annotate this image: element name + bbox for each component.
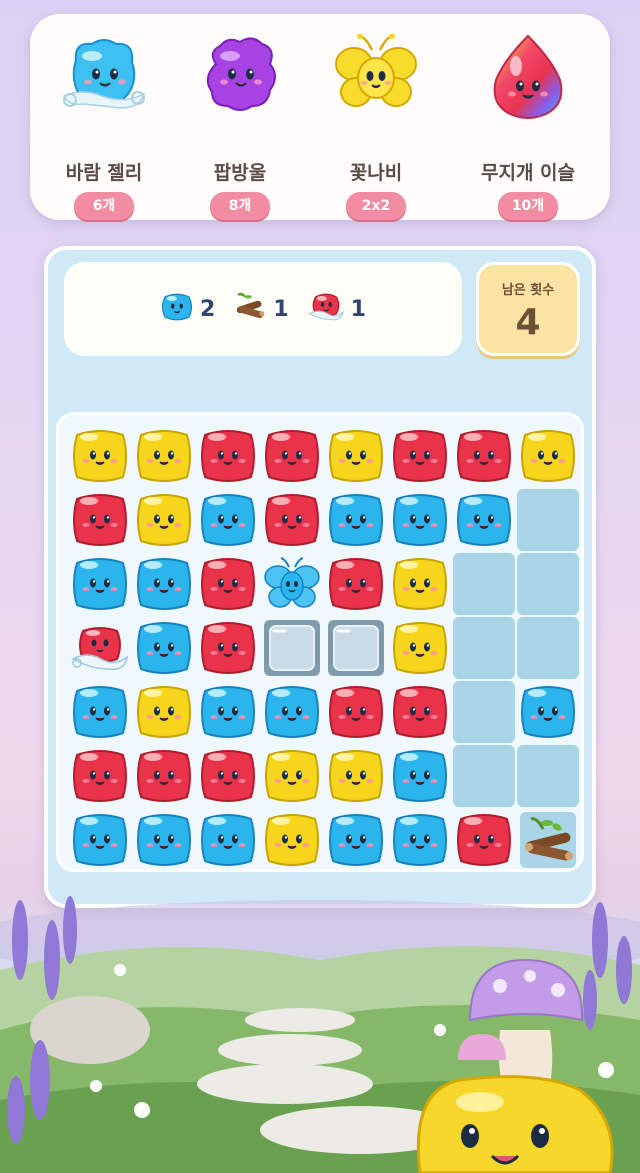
booster-name: 바람 젤리 [65, 162, 143, 184]
blue-jelly-tile[interactable] [133, 617, 195, 679]
yellow-jelly-tile[interactable] [69, 425, 131, 487]
red-jelly-tile[interactable] [197, 617, 259, 679]
empty-cell [453, 553, 515, 615]
empty-cell [517, 553, 579, 615]
booster-panel: 바람 젤리 6개 팝방울 8개 꽃나비 2x2 무지개 이슬 10개 [30, 14, 610, 220]
blue-jelly-tile[interactable] [325, 489, 387, 551]
level-goals: 2 1 1 [64, 262, 462, 356]
booster-flower-butterfly[interactable]: 꽃나비 2x2 [316, 33, 436, 220]
red-jelly-tile[interactable] [133, 745, 195, 807]
moves-remaining: 남은 횟수 4 [476, 262, 580, 356]
red-jelly-tile[interactable] [69, 745, 131, 807]
landscape-scene [0, 880, 640, 1173]
booster-name: 꽃나비 [349, 162, 403, 184]
red-jelly-tile[interactable] [261, 489, 323, 551]
moves-value: 4 [515, 302, 541, 343]
red-jelly-tile[interactable] [197, 745, 259, 807]
log-icon [233, 290, 267, 328]
goal-red-wind-jelly: 1 [307, 290, 366, 328]
empty-cell [453, 745, 515, 807]
red-jelly-tile[interactable] [69, 489, 131, 551]
booster-name: 팝방울 [213, 162, 267, 184]
red-jelly-tile[interactable] [261, 425, 323, 487]
pop-bubble-icon [198, 34, 282, 134]
red-jelly-tile[interactable] [197, 553, 259, 615]
red-wind-jelly-tile[interactable] [69, 617, 131, 679]
blue-jelly-tile[interactable] [69, 681, 131, 743]
goal-count: 1 [273, 296, 289, 322]
blue-jelly-tile[interactable] [133, 809, 195, 871]
red-wind-jelly-icon [307, 290, 345, 328]
red-jelly-tile[interactable] [453, 425, 515, 487]
goal-log: 1 [233, 290, 289, 328]
blue-jelly-tile[interactable] [453, 489, 515, 551]
blue-butterfly-tile[interactable] [261, 553, 323, 615]
red-jelly-tile[interactable] [389, 425, 451, 487]
empty-cell [453, 617, 515, 679]
wind-jelly-icon [62, 34, 146, 134]
yellow-jelly-tile[interactable] [261, 809, 323, 871]
blue-jelly-tile[interactable] [325, 809, 387, 871]
blue-jelly-tile[interactable] [389, 809, 451, 871]
booster-wind-jelly[interactable]: 바람 젤리 6개 [44, 34, 164, 220]
red-jelly-tile[interactable] [389, 681, 451, 743]
yellow-jelly-tile[interactable] [133, 425, 195, 487]
blue-jelly-tile[interactable] [197, 681, 259, 743]
booster-count-badge: 10개 [498, 192, 558, 220]
blue-jelly-tile[interactable] [389, 745, 451, 807]
red-jelly-tile[interactable] [453, 809, 515, 871]
flower-butterfly-icon [334, 33, 418, 134]
log-obstacle-tile[interactable] [517, 809, 579, 871]
blue-jelly-tile[interactable] [197, 809, 259, 871]
red-jelly-tile[interactable] [197, 425, 259, 487]
yellow-jelly-tile[interactable] [517, 425, 579, 487]
yellow-jelly-tile[interactable] [261, 745, 323, 807]
empty-cell [453, 681, 515, 743]
ice-block-tile[interactable] [261, 617, 323, 679]
rainbow-dew-icon [486, 34, 570, 134]
empty-cell [517, 489, 579, 551]
game-board-frame: 2 1 1 남은 횟수 4 [44, 246, 596, 908]
blue-jelly-tile[interactable] [517, 681, 579, 743]
booster-rainbow-dew[interactable]: 무지개 이슬 10개 [468, 34, 588, 220]
booster-count-badge: 2x2 [346, 192, 406, 220]
empty-cell [517, 617, 579, 679]
ice-block-tile[interactable] [325, 617, 387, 679]
booster-count-badge: 8개 [210, 192, 270, 220]
blue-jelly-tile[interactable] [389, 489, 451, 551]
blue-jelly-tile[interactable] [197, 489, 259, 551]
yellow-jelly-tile[interactable] [325, 745, 387, 807]
red-jelly-tile[interactable] [325, 553, 387, 615]
booster-name: 무지개 이슬 [480, 162, 575, 184]
empty-cell [517, 745, 579, 807]
yellow-jelly-tile[interactable] [133, 681, 195, 743]
blue-jelly-icon [160, 290, 194, 328]
yellow-jelly-tile[interactable] [133, 489, 195, 551]
booster-pop-bubble[interactable]: 팝방울 8개 [180, 34, 300, 220]
moves-label: 남은 횟수 [501, 283, 555, 298]
blue-jelly-tile[interactable] [69, 553, 131, 615]
goal-count: 2 [200, 296, 216, 322]
tile-grid [56, 412, 584, 872]
blue-jelly-tile[interactable] [133, 553, 195, 615]
red-jelly-tile[interactable] [325, 681, 387, 743]
yellow-jelly-tile[interactable] [389, 617, 451, 679]
booster-count-badge: 6개 [74, 192, 134, 220]
yellow-jelly-tile[interactable] [325, 425, 387, 487]
goal-count: 1 [350, 296, 366, 322]
blue-jelly-tile[interactable] [261, 681, 323, 743]
goal-blue-jelly: 2 [160, 290, 215, 328]
yellow-jelly-tile[interactable] [389, 553, 451, 615]
blue-jelly-tile[interactable] [69, 809, 131, 871]
